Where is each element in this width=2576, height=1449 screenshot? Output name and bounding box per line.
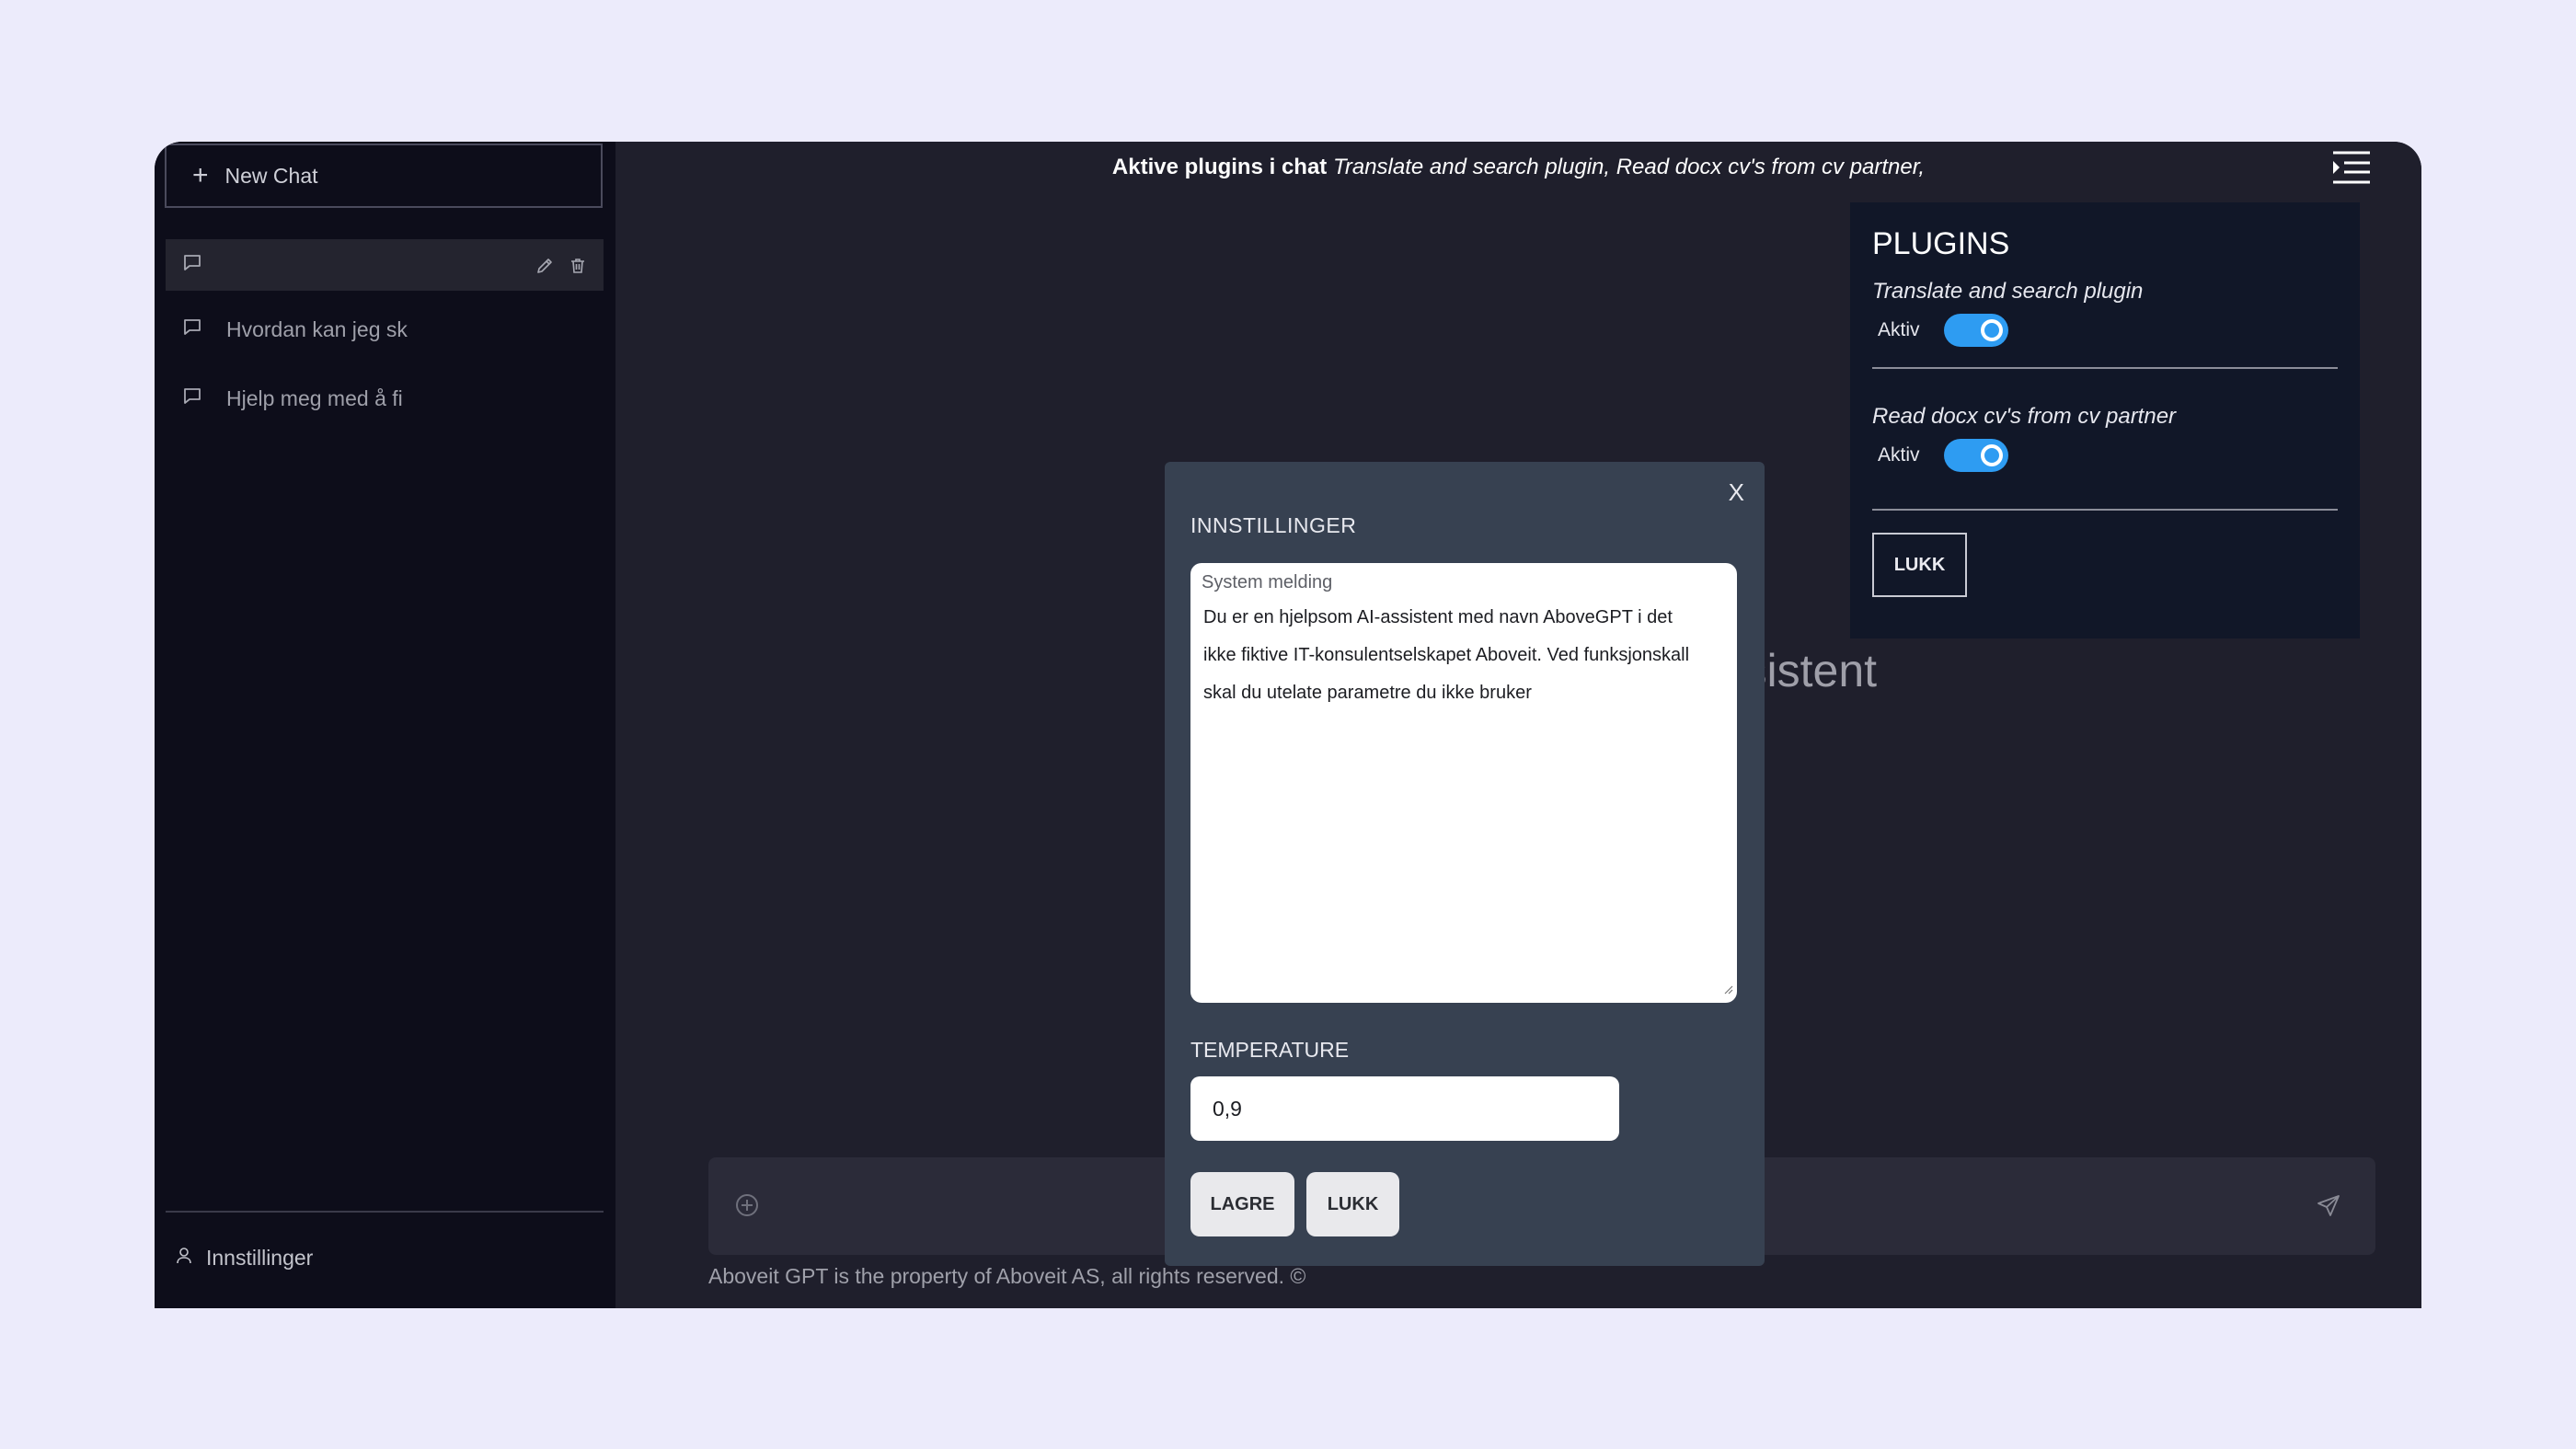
- plugin-status-label: Aktiv: [1878, 444, 1920, 466]
- conversation-actions: [535, 256, 587, 281]
- plugin-name: Translate and search plugin: [1872, 279, 2144, 304]
- chat-bubble-icon: [182, 316, 202, 342]
- plugin-name: Read docx cv's from cv partner: [1872, 404, 2177, 429]
- add-circle-icon[interactable]: [734, 1192, 760, 1223]
- plugin-divider: [1872, 367, 2338, 369]
- settings-label: Innstillinger: [206, 1246, 314, 1270]
- plugin-status-row: Aktiv: [1872, 439, 2338, 472]
- plugin-divider: [1872, 509, 2338, 511]
- system-message-label: System melding: [1202, 572, 1333, 592]
- conversation-title: Hjelp meg med å fi: [226, 385, 403, 410]
- plugins-close-button[interactable]: LUKK: [1872, 533, 1967, 597]
- temperature-label: TEMPERATURE: [1190, 1038, 1350, 1062]
- toggle-knob: [1980, 444, 2003, 466]
- chat-bubble-icon: [182, 252, 202, 278]
- active-plugins-label: Aktive plugins i chat: [1111, 155, 1328, 179]
- plugin-status-label: Aktiv: [1878, 319, 1920, 340]
- sidebar-conversation[interactable]: Hjelp meg med å fi: [166, 373, 604, 424]
- sidebar-conversation-active[interactable]: [166, 239, 604, 291]
- plugin-toggle[interactable]: [1943, 314, 2008, 347]
- sidebar-conversation[interactable]: Hvordan kan jeg sk: [166, 304, 604, 355]
- modal-close-button[interactable]: X: [1729, 478, 1744, 507]
- menu-icon: [2329, 151, 2374, 191]
- active-plugins-list: Translate and search plugin, Read docx c…: [1332, 155, 1926, 179]
- new-chat-label: New Chat: [224, 163, 318, 188]
- toggle-knob: [1980, 319, 2003, 341]
- trash-icon[interactable]: [569, 256, 587, 281]
- active-plugins-header: Aktive plugins i chat Translate and sear…: [615, 155, 2421, 180]
- conversation-title: Hvordan kan jeg sk: [226, 316, 408, 341]
- settings-link[interactable]: Innstillinger: [175, 1246, 313, 1271]
- close-button[interactable]: LUKK: [1306, 1172, 1399, 1236]
- sidebar-divider: [166, 1211, 604, 1213]
- system-message-text: Du er en hjelpsom AI-assistent med navn …: [1203, 607, 1690, 703]
- system-message-textarea[interactable]: System melding Du er en hjelpsom AI-assi…: [1190, 563, 1737, 1003]
- app-window: + New Chat Hvordan kan jeg sk Hjelp meg …: [155, 142, 2421, 1308]
- plugins-title: PLUGINS: [1872, 226, 2010, 261]
- modal-title: INNSTILLINGER: [1190, 513, 1357, 537]
- menu-toggle-button[interactable]: [2329, 147, 2374, 188]
- temperature-value: 0,9: [1213, 1096, 1242, 1121]
- new-chat-button[interactable]: + New Chat: [165, 144, 603, 208]
- footer-text: Aboveit GPT is the property of Aboveit A…: [708, 1264, 1306, 1288]
- plugins-panel: PLUGINS Translate and search plugin Akti…: [1850, 202, 2360, 638]
- temperature-input[interactable]: 0,9: [1190, 1076, 1619, 1141]
- plugin-toggle[interactable]: [1943, 439, 2008, 472]
- chat-bubble-icon: [182, 385, 202, 411]
- save-button[interactable]: LAGRE: [1190, 1172, 1294, 1236]
- settings-modal: X INNSTILLINGER System melding Du er en …: [1165, 462, 1765, 1266]
- plugin-status-row: Aktiv: [1872, 314, 2338, 347]
- resize-handle-icon[interactable]: [1722, 983, 1733, 999]
- user-icon: [175, 1246, 193, 1271]
- edit-icon[interactable]: [535, 256, 554, 281]
- sidebar: + New Chat Hvordan kan jeg sk Hjelp meg …: [155, 142, 615, 1308]
- plus-icon: +: [192, 160, 209, 190]
- send-icon[interactable]: [2317, 1194, 2340, 1223]
